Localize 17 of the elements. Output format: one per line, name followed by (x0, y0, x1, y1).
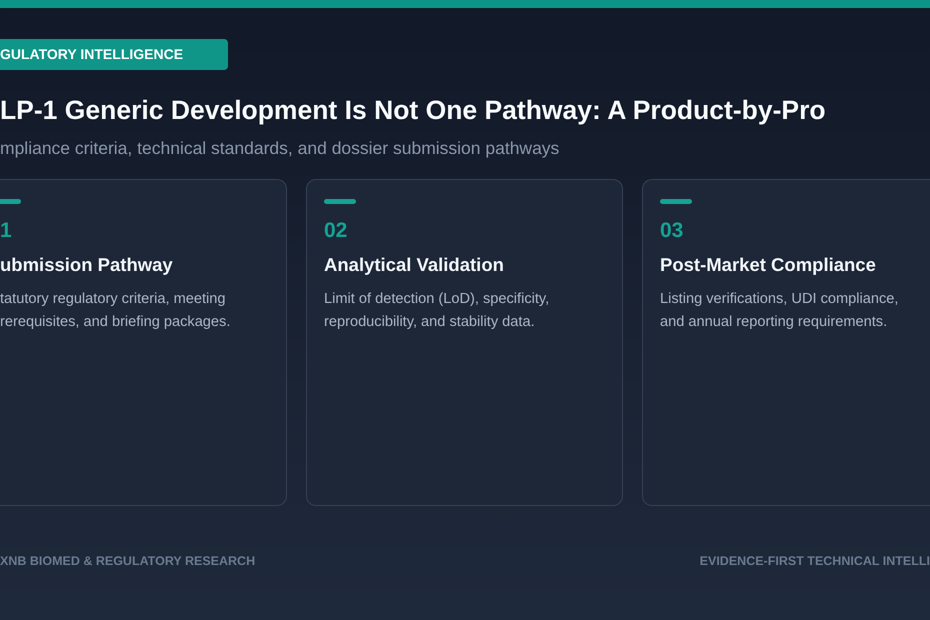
card-number: 1 (0, 218, 13, 244)
card-number: 03 (660, 218, 684, 244)
category-badge: GULATORY INTELLIGENCE (0, 39, 228, 70)
card-description: tatutory regulatory criteria, meeting rerequisites, and briefing packages. (0, 290, 232, 332)
card-number: 02 (324, 218, 348, 244)
card-title: ubmission Pathway (0, 253, 174, 277)
accent-bar (324, 199, 356, 204)
card-title: Analytical Validation (324, 253, 505, 277)
card-description: Listing verifications, UDI compliance, and annual reporting requirements. (660, 290, 900, 332)
page-title: LP-1 Generic Development Is Not One Pathway: A Product-by-Pro (0, 94, 827, 127)
footer-brand: XNB BIOMED & REGULATORY RESEARCH (0, 554, 256, 568)
accent-bar (0, 199, 21, 204)
accent-bar (660, 199, 692, 204)
footer-tagline: EVIDENCE-FIRST TECHNICAL INTELLI (700, 554, 930, 568)
card-description: Limit of detection (LoD), specificity, reproducibility, and stability data. (324, 290, 550, 332)
page-subtitle: mpliance criteria, technical standards, and dossier submission pathways (0, 137, 560, 159)
card-title: Post-Market Compliance (660, 253, 877, 277)
